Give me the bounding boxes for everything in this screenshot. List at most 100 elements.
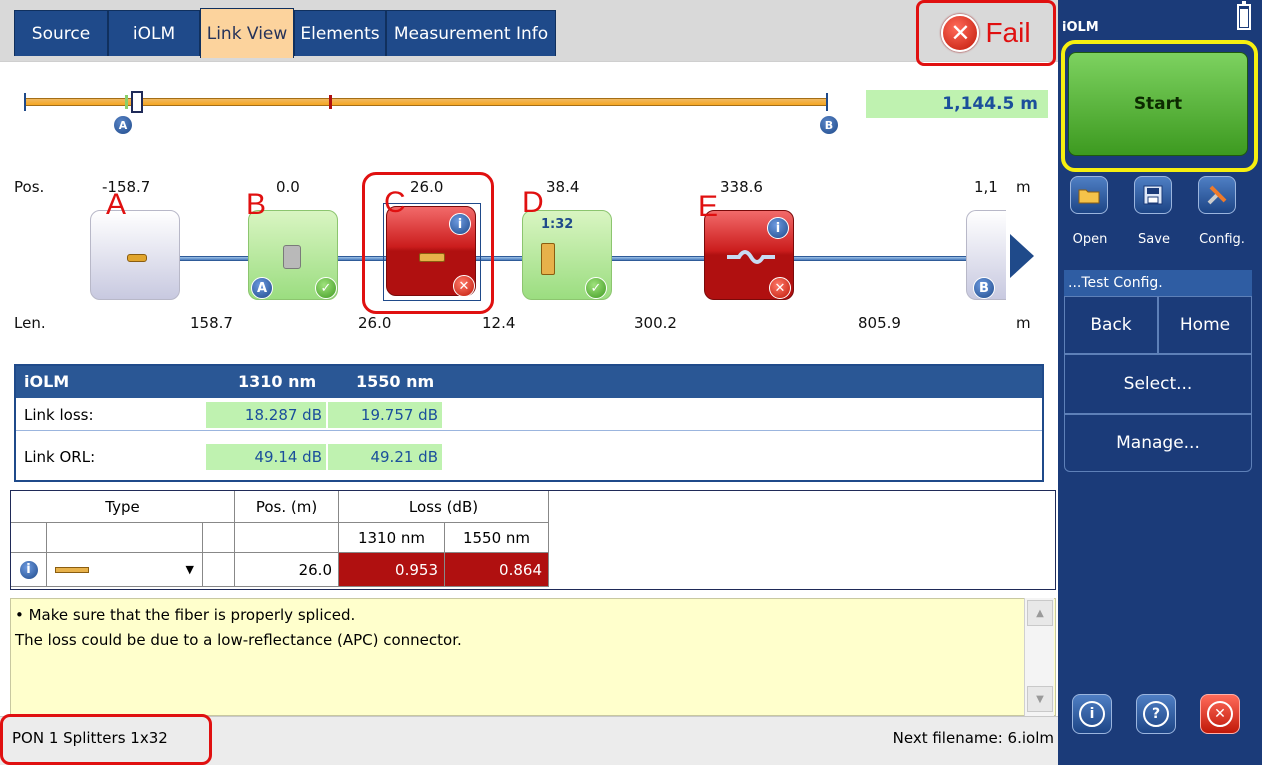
about-button[interactable]: i <box>1072 694 1112 734</box>
callout-highlight <box>362 172 494 314</box>
help-icon: ? <box>1143 701 1169 727</box>
summary-wl1: 1310 nm <box>238 372 317 391</box>
row-blank <box>203 553 235 587</box>
summary-header: iOLM 1310 nm 1550 nm <box>16 366 1042 398</box>
chevron-down-icon: ▼ <box>185 563 194 576</box>
overview-marker-a-icon: A <box>114 116 132 134</box>
tab-elements[interactable]: Elements <box>294 10 386 56</box>
next-elements-arrow-icon[interactable] <box>1010 234 1034 278</box>
summary-row: Link ORL: 49.14 dB 49.21 dB <box>16 444 1042 480</box>
scroll-down-icon[interactable]: ▼ <box>1027 686 1053 712</box>
summary-value: 19.757 dB <box>328 402 442 428</box>
manage-button[interactable]: Manage... <box>1064 414 1252 472</box>
pos-value: 1,1 <box>974 178 998 196</box>
check-icon: ✓ <box>315 277 337 299</box>
splitter-ratio: 1:32 <box>541 217 574 232</box>
info-icon: i <box>767 217 789 239</box>
next-filename: Next filename: 6.iolm <box>892 729 1054 747</box>
row-info-cell[interactable]: i <box>11 553 47 587</box>
start-highlight <box>1061 40 1258 172</box>
tab-source[interactable]: Source <box>14 10 108 56</box>
row-loss-1550[interactable]: 0.864 <box>445 553 549 587</box>
open-button[interactable] <box>1070 176 1108 214</box>
config-label: Config. <box>1199 232 1245 247</box>
scroll-up-icon[interactable]: ▲ <box>1027 600 1053 626</box>
fail-icon: ✕ <box>769 277 791 299</box>
summary-wl2: 1550 nm <box>356 372 435 391</box>
battery-icon <box>1237 1 1251 30</box>
overview-fault-mark <box>329 95 332 109</box>
summary-divider <box>16 430 1042 431</box>
info-icon: i <box>18 559 39 580</box>
overview-marker-b-icon: B <box>820 116 838 134</box>
overview-pass-mark <box>125 95 128 109</box>
len-value: 300.2 <box>634 314 677 332</box>
tab-measurement-info[interactable]: Measurement Info <box>386 10 556 56</box>
pos-value: 38.4 <box>546 178 580 196</box>
pos-value: 0.0 <box>276 178 300 196</box>
summary-value: 49.14 dB <box>206 444 326 470</box>
header-blank <box>47 523 203 553</box>
tab-link-view[interactable]: Link View <box>200 8 294 58</box>
len-label: Len. <box>14 314 46 332</box>
summary-value: 49.21 dB <box>328 444 442 470</box>
home-button[interactable]: Home <box>1158 296 1252 354</box>
len-value: 12.4 <box>482 314 516 332</box>
message-scrollbar[interactable]: ▲ ▼ <box>1024 598 1054 716</box>
callout-letter: A <box>106 188 127 221</box>
test-config-header: ...Test Config. <box>1064 270 1252 296</box>
len-value: 805.9 <box>858 314 901 332</box>
info-circle-icon: i <box>1079 701 1105 727</box>
result-status: ✕ Fail <box>916 0 1056 66</box>
pos-unit: m <box>1016 178 1031 196</box>
marker-a-icon: A <box>251 277 273 299</box>
back-button[interactable]: Back <box>1064 296 1158 354</box>
header-blank <box>235 523 339 553</box>
type-dropdown[interactable]: ▼ <box>47 553 203 587</box>
tools-icon <box>1207 185 1227 205</box>
connector-icon <box>127 254 147 262</box>
overview-fiber-line[interactable] <box>26 98 828 106</box>
save-label: Save <box>1138 232 1170 247</box>
callout-highlight <box>0 714 212 765</box>
total-distance: 1,144.5 m <box>866 90 1048 118</box>
col-1550-header: 1550 nm <box>445 523 549 553</box>
element-splice-b[interactable]: A ✓ <box>248 210 338 300</box>
check-icon: ✓ <box>585 277 607 299</box>
splice-icon <box>283 245 301 269</box>
summary-row: Link loss: 18.287 dB 19.757 dB <box>16 402 1042 438</box>
len-value: 158.7 <box>190 314 233 332</box>
connector-icon <box>55 566 89 573</box>
folder-icon <box>1078 189 1100 204</box>
col-type-header: Type <box>11 491 235 523</box>
marker-b-icon: B <box>973 277 995 299</box>
callout-letter: B <box>246 188 267 221</box>
message-line: • Make sure that the fiber is properly s… <box>15 606 356 624</box>
overview-start-tick <box>24 93 26 111</box>
overview-cursor[interactable] <box>131 91 143 113</box>
callout-letter: D <box>522 186 544 219</box>
help-button[interactable]: ? <box>1136 694 1176 734</box>
element-launch[interactable] <box>90 210 180 300</box>
row-loss-1310[interactable]: 0.953 <box>339 553 445 587</box>
open-label: Open <box>1072 232 1108 247</box>
config-button[interactable] <box>1198 176 1236 214</box>
element-end[interactable]: B <box>966 210 1006 300</box>
macrobend-icon <box>727 250 775 264</box>
element-splitter-d[interactable]: 1:32 ✓ <box>522 210 612 300</box>
tab-iolm[interactable]: iOLM <box>108 10 200 56</box>
floppy-disk-icon <box>1143 185 1163 205</box>
pos-value: 338.6 <box>720 178 763 196</box>
element-details-table: Type Pos. (m) Loss (dB) 1310 nm 1550 nm … <box>10 490 1056 590</box>
select-button[interactable]: Select... <box>1064 354 1252 414</box>
col-loss-header: Loss (dB) <box>339 491 549 523</box>
len-value: 26.0 <box>358 314 392 332</box>
row-position[interactable]: 26.0 <box>235 553 339 587</box>
save-button[interactable] <box>1134 176 1172 214</box>
summary-row-label: Link ORL: <box>24 448 96 466</box>
col-1310-header: 1310 nm <box>339 523 445 553</box>
panel-title: iOLM <box>1062 20 1099 35</box>
exit-button[interactable]: ✕ <box>1200 694 1240 734</box>
callout-letter: E <box>698 190 719 223</box>
result-label: Fail <box>985 17 1031 48</box>
